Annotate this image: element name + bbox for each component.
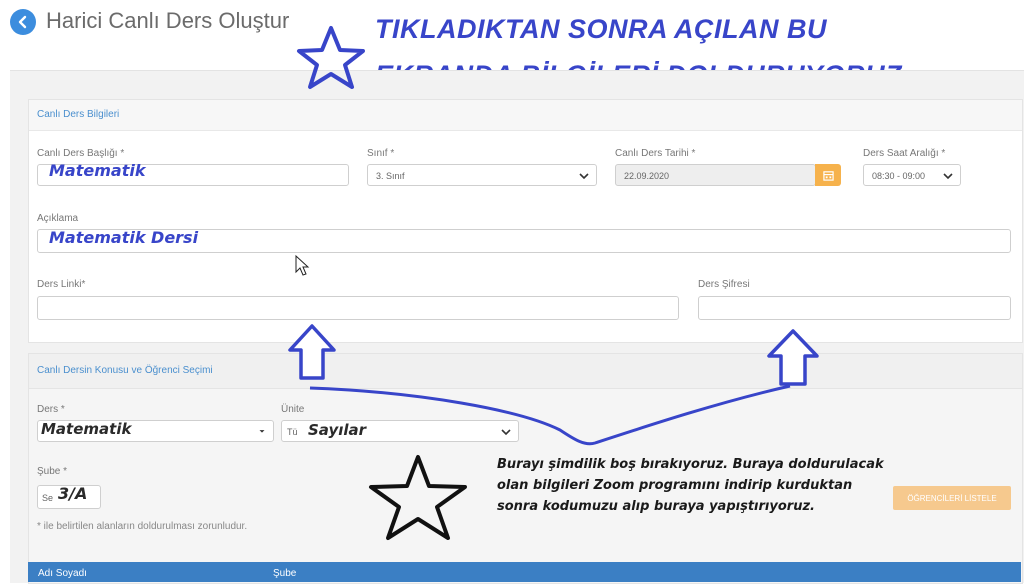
up-arrow-icon [288, 324, 336, 380]
annotation-overlay [288, 26, 819, 540]
star-icon [369, 455, 467, 540]
star-icon [297, 26, 365, 89]
cursor-icon [295, 254, 310, 276]
connector-curve [309, 384, 791, 446]
up-arrow-icon [767, 329, 819, 386]
